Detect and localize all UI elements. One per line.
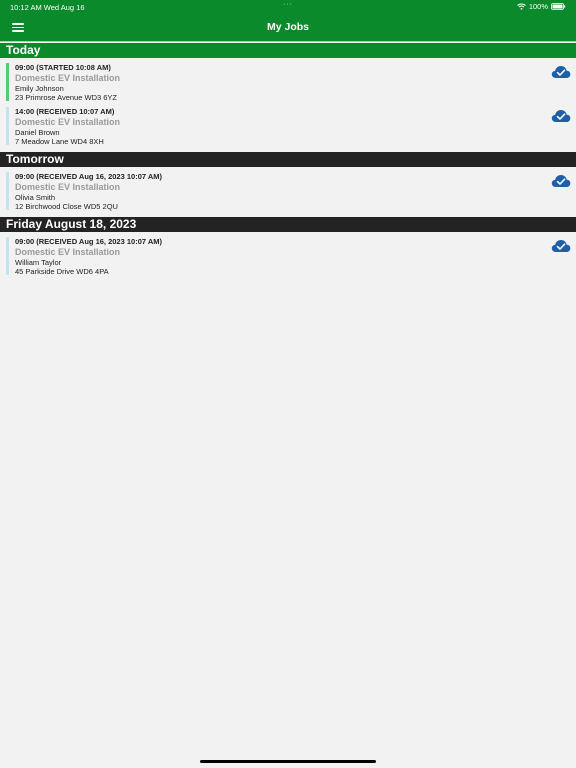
job-item[interactable]: 09:00 (RECEIVED Aug 16, 2023 10:07 AM) D…: [0, 237, 576, 277]
job-customer-name: Olivia Smith: [15, 193, 56, 202]
status-right: 100%: [516, 2, 566, 11]
job-time: 14:00 (RECEIVED 10:07 AM): [15, 107, 115, 116]
job-title: Domestic EV Installation: [15, 117, 121, 127]
job-status-bar: [6, 237, 9, 275]
status-bar: 10:12 AM Wed Aug 16 ··· 100%: [0, 0, 576, 14]
page-title: My Jobs: [266, 21, 309, 33]
wifi-icon: [516, 3, 526, 10]
battery-icon: [551, 3, 566, 10]
cloud-check-icon[interactable]: [551, 239, 571, 253]
job-address: 12 Birchwood Close WD5 2QU: [15, 202, 118, 211]
job-address: 7 Meadow Lane WD4 8XH: [15, 137, 104, 146]
job-time: 09:00 (RECEIVED Aug 16, 2023 10:07 AM): [15, 237, 163, 246]
job-status-bar: [6, 107, 9, 145]
job-status-bar: [6, 172, 9, 210]
battery-percent: 100%: [528, 2, 548, 11]
job-title: Domestic EV Installation: [15, 182, 121, 192]
job-status-bar: [6, 63, 9, 101]
job-customer-name: William Taylor: [15, 258, 62, 267]
job-customer-name: Daniel Brown: [15, 128, 60, 137]
job-time: 09:00 (RECEIVED Aug 16, 2023 10:07 AM): [15, 172, 163, 181]
section-header-friday: Friday August 18, 2023: [0, 217, 576, 232]
cloud-check-icon[interactable]: [551, 109, 571, 123]
job-item[interactable]: 14:00 (RECEIVED 10:07 AM) Domestic EV In…: [0, 107, 576, 147]
home-indicator[interactable]: [200, 760, 376, 763]
job-address: 23 Primrose Avenue WD3 6YZ: [15, 93, 117, 102]
multitasking-dots[interactable]: ···: [283, 1, 293, 8]
status-time: 10:12 AM Wed Aug 16: [10, 3, 85, 12]
job-customer-name: Emily Johnson: [15, 84, 64, 93]
app-header: 10:12 AM Wed Aug 16 ··· 100% My Jobs: [0, 0, 576, 42]
job-time: 09:00 (STARTED 10:08 AM): [15, 63, 111, 72]
job-title: Domestic EV Installation: [15, 247, 121, 257]
cloud-check-icon[interactable]: [551, 65, 571, 79]
job-item[interactable]: 09:00 (STARTED 10:08 AM) Domestic EV Ins…: [0, 63, 576, 103]
cloud-check-icon[interactable]: [551, 174, 571, 188]
section-header-tomorrow: Tomorrow: [0, 152, 576, 167]
section-header-today: Today: [0, 43, 576, 58]
job-item[interactable]: 09:00 (RECEIVED Aug 16, 2023 10:07 AM) D…: [0, 172, 576, 212]
job-title: Domestic EV Installation: [15, 73, 121, 83]
job-address: 45 Parkside Drive WD6 4PA: [15, 267, 109, 276]
